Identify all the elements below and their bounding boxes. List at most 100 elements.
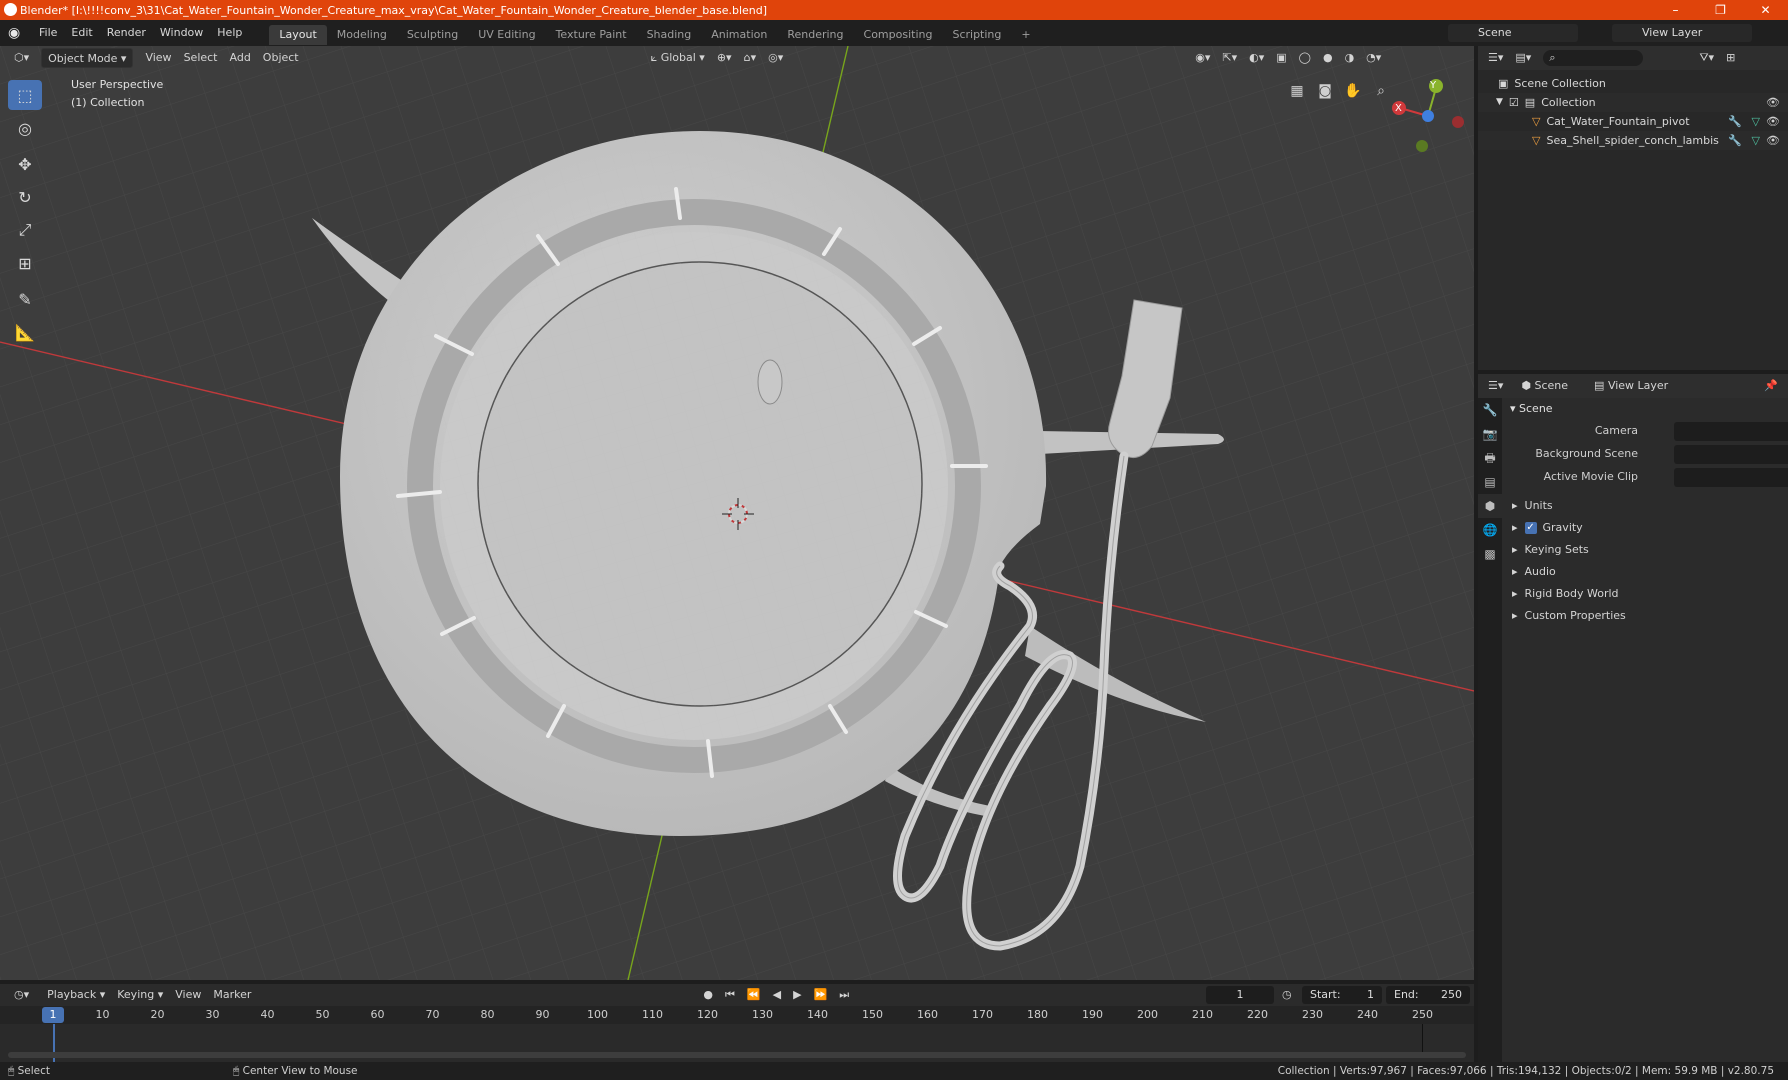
scene-panel-header[interactable]: ▾ Scene [1504,398,1788,420]
outliner-object-row[interactable]: ▽ Cat_Water_Fountain_pivot 🔧 ▽ 👁 [1478,112,1788,131]
new-collection-icon[interactable]: ⊞ [1720,48,1741,68]
timeline-track[interactable] [0,1024,1474,1062]
tab-uv-editing[interactable]: UV Editing [468,25,545,45]
menu-file[interactable]: File [32,20,64,46]
outliner-editor-type-icon[interactable]: ☰▾ [1482,48,1509,68]
tab-rendering[interactable]: Rendering [777,25,853,45]
visibility-eye-icon[interactable]: 👁 [1766,93,1780,112]
timeline-view-menu[interactable]: View [169,985,207,1005]
end-frame-field[interactable]: End: 250 [1386,986,1470,1004]
gravity-checkbox[interactable]: ✓ [1524,522,1537,534]
transform-tool-icon[interactable]: ⊞ [8,248,42,278]
zoom-view-icon[interactable]: ⌕ [1368,78,1394,104]
menu-edit[interactable]: Edit [64,20,99,46]
tab-sculpting[interactable]: Sculpting [397,25,468,45]
active-movie-clip-field[interactable] [1674,468,1788,487]
annotate-tool-icon[interactable]: ✎ [8,284,42,314]
pan-view-icon[interactable]: ✋ [1340,78,1366,104]
start-frame-field[interactable]: Start: 1 [1302,986,1382,1004]
tab-texture-paint[interactable]: Texture Paint [546,25,637,45]
visibility-icon[interactable]: ◉▾ [1189,48,1216,68]
tab-modeling[interactable]: Modeling [327,25,397,45]
custom-properties-panel[interactable]: ▸ Custom Properties [1504,605,1788,627]
play-reverse-icon[interactable]: ◀ [767,985,787,1005]
record-icon[interactable]: ● [697,985,719,1005]
menu-window[interactable]: Window [153,20,210,46]
select-box-tool-icon[interactable]: ⬚ [8,80,42,110]
measure-tool-icon[interactable]: 📐 [8,317,42,347]
close-button[interactable]: ✕ [1743,0,1788,20]
blender-menu-icon[interactable]: ◉ [8,25,24,41]
next-keyframe-icon[interactable]: ⏩ [808,985,834,1005]
playback-menu[interactable]: Playback ▾ [41,985,111,1005]
timeline-editor-type-icon[interactable]: ◷▾ [8,985,35,1005]
rigid-body-world-panel[interactable]: ▸ Rigid Body World [1504,583,1788,605]
units-panel[interactable]: ▸ Units [1504,495,1788,517]
keying-menu[interactable]: Keying ▾ [111,985,169,1005]
outliner-search-input[interactable]: ⌕ [1543,50,1644,66]
scene-tab-icon[interactable]: ⬢ [1478,494,1502,518]
toggle-camera-grid-icon[interactable]: ▦ [1284,78,1310,104]
mesh-data-icon[interactable]: ▽ [1752,112,1760,131]
output-tab-icon[interactable]: 🖶 [1478,446,1502,470]
tab-scripting[interactable]: Scripting [942,25,1011,45]
minimize-button[interactable]: – [1653,0,1698,20]
audio-panel[interactable]: ▸ Audio [1504,561,1788,583]
proportional-edit-icon[interactable]: ◎▾ [762,48,789,68]
pin-icon[interactable]: 📌 [1758,376,1784,396]
playhead[interactable]: 1 [42,1007,64,1023]
camera-field[interactable] [1674,422,1788,441]
timeline-scrollbar[interactable] [8,1052,1466,1058]
tab-animation[interactable]: Animation [701,25,777,45]
xray-toggle-icon[interactable]: ▣ [1270,48,1292,68]
filter-icon[interactable]: ⛛▾ [1693,48,1720,68]
view-layer-tab-label[interactable]: ▤ View Layer [1588,376,1674,396]
modifier-icon[interactable]: 🔧 [1728,112,1742,131]
scene-selector[interactable]: Scene [1448,24,1578,42]
camera-view-icon[interactable]: ◙ [1312,78,1338,104]
rotate-tool-icon[interactable]: ↻ [8,182,42,212]
tool-tab-icon[interactable]: 🔧 [1478,398,1502,422]
timeline-ruler[interactable]: 1 10 20 30 40 50 60 70 80 90 100 110 120 130 140 150 16… [0,1006,1474,1024]
outliner-collection[interactable]: ▼ ☑ ▤ Collection 👁 [1478,93,1788,112]
move-tool-icon[interactable]: ✥ [8,149,42,179]
mesh-data-icon[interactable]: ▽ [1752,131,1760,150]
modifier-icon[interactable]: 🔧 [1728,131,1742,150]
display-mode-icon[interactable]: ▤▾ [1509,48,1537,68]
outliner-object-row[interactable]: ▽ Sea_Shell_spider_conch_lambis 🔧 ▽ 👁 [1478,131,1788,150]
snap-icon[interactable]: ⌂▾ [738,48,763,68]
render-tab-icon[interactable]: 📷 [1478,422,1502,446]
tab-compositing[interactable]: Compositing [854,25,943,45]
pivot-icon[interactable]: ⊕▾ [711,48,738,68]
wireframe-shading-icon[interactable]: ◯ [1293,48,1317,68]
marker-menu[interactable]: Marker [207,985,257,1005]
jump-end-icon[interactable]: ⏭ [833,985,855,1005]
restore-button[interactable]: ❐ [1698,0,1743,20]
add-menu[interactable]: Add [224,48,257,68]
texture-tab-icon[interactable]: ▩ [1478,542,1502,566]
jump-start-icon[interactable]: ⏮ [719,985,741,1005]
add-workspace-button[interactable]: + [1011,25,1040,45]
current-frame-field[interactable]: 1 [1206,986,1274,1004]
collection-checkbox-icon[interactable]: ☑ [1509,93,1519,112]
gizmo-toggle-icon[interactable]: ⇱▾ [1216,48,1243,68]
expand-arrow-icon[interactable]: ▼ [1496,93,1503,112]
keying-sets-panel[interactable]: ▸ Keying Sets [1504,539,1788,561]
tab-layout[interactable]: Layout [269,25,327,45]
scene-tab-label[interactable]: ⬢ Scene [1515,376,1574,396]
cursor-tool-icon[interactable]: ◎ [8,113,42,143]
overlay-toggle-icon[interactable]: ◐▾ [1243,48,1270,68]
select-menu[interactable]: Select [178,48,224,68]
gravity-panel[interactable]: ▸ ✓ Gravity [1504,517,1788,539]
visibility-eye-icon[interactable]: 👁 [1766,131,1780,150]
object-menu[interactable]: Object [257,48,305,68]
view-menu[interactable]: View [139,48,177,68]
material-shading-icon[interactable]: ◑ [1339,48,1361,68]
play-icon[interactable]: ▶ [787,985,807,1005]
tab-shading[interactable]: Shading [637,25,702,45]
properties-editor-type-icon[interactable]: ☰▾ [1482,376,1509,396]
view-layer-tab-icon[interactable]: ▤ [1478,470,1502,494]
rendered-shading-icon[interactable]: ◔▾ [1360,48,1387,68]
view-layer-selector[interactable]: View Layer [1612,24,1752,42]
solid-shading-icon[interactable]: ● [1317,48,1339,68]
